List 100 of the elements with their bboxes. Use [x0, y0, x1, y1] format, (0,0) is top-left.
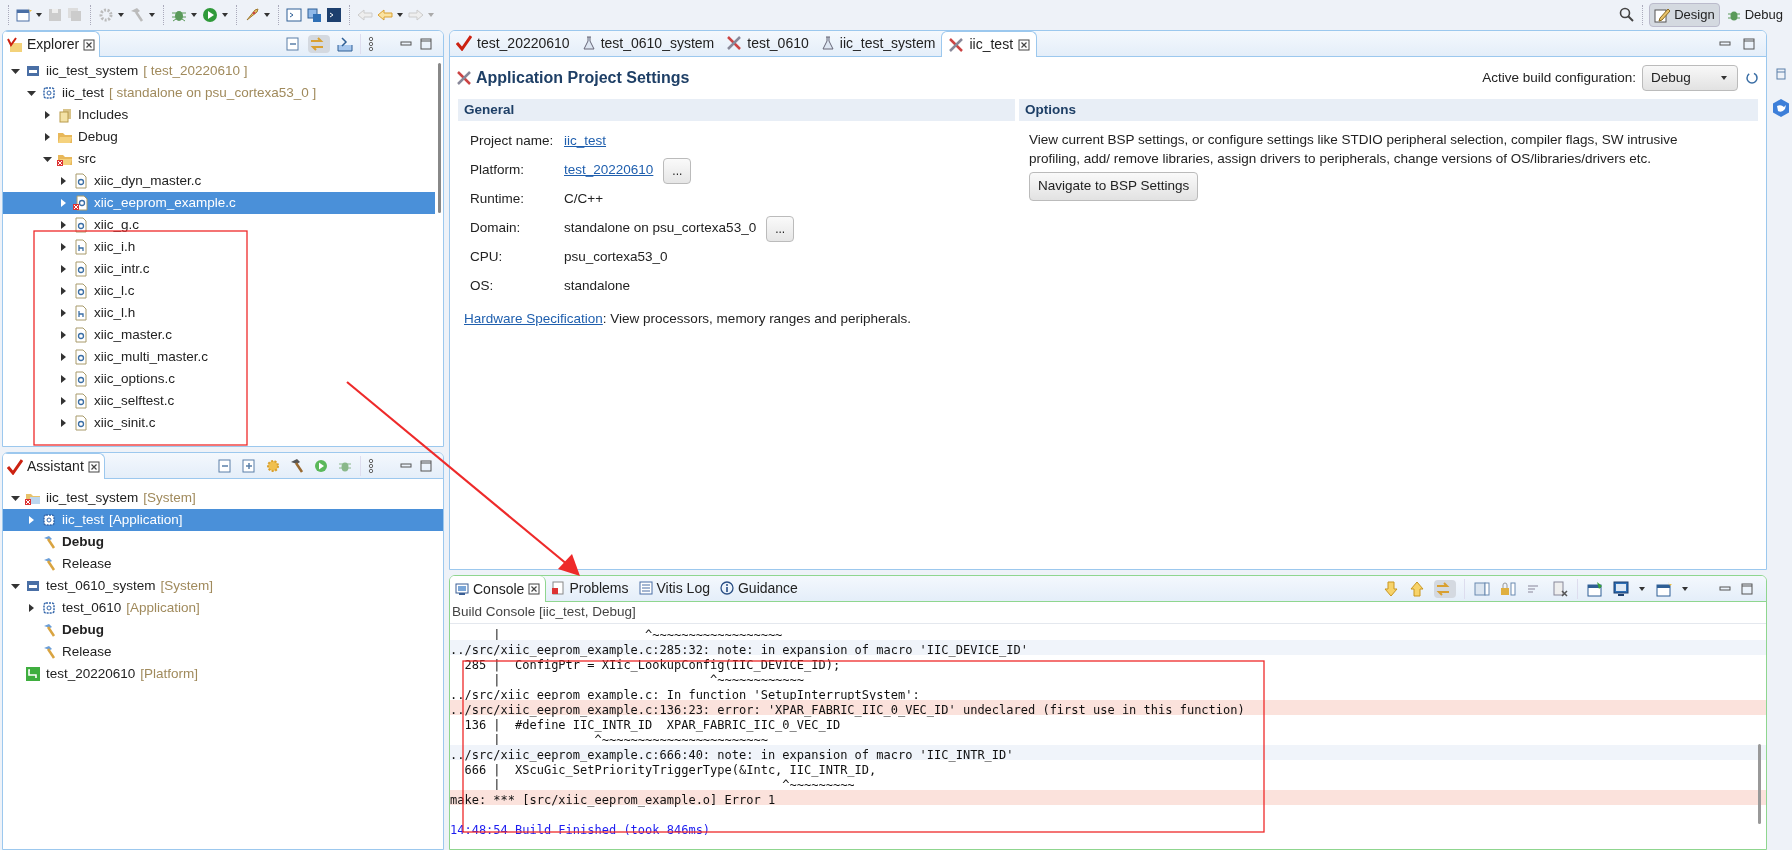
- build-config-dropdown[interactable]: Debug: [1642, 65, 1738, 91]
- import-icon[interactable]: [336, 34, 354, 53]
- tree-item[interactable]: src: [3, 148, 435, 170]
- tree-item[interactable]: iic_test [ standalone on psu_cortexa53_0 ]: [3, 82, 435, 104]
- dropdown-caret-icon[interactable]: [221, 11, 230, 19]
- console-icon[interactable]: [325, 6, 343, 24]
- dropdown-caret-icon[interactable]: [190, 11, 199, 19]
- tree-item[interactable]: Release: [3, 553, 443, 575]
- tree-item[interactable]: Debug: [3, 126, 435, 148]
- tree-item[interactable]: xiic_g.c: [3, 214, 435, 236]
- link[interactable]: Hardware Specification: [464, 309, 603, 330]
- maximize-icon[interactable]: [419, 37, 433, 50]
- tree-item[interactable]: xiic_l.h: [3, 302, 435, 324]
- dropdown-caret-icon[interactable]: [396, 11, 405, 19]
- tree-item[interactable]: xiic_options.c: [3, 368, 435, 390]
- maximize-icon[interactable]: [419, 459, 433, 472]
- dropdown-caret-icon[interactable]: [263, 11, 272, 19]
- tree-item[interactable]: iic_test_system [ test_20220610 ]: [3, 60, 435, 82]
- console-line: 136 | #define IIC_INTR_ID XPAR_FABRIC_IIC_0_VEC_ID: [463, 718, 841, 732]
- perspective-button[interactable]: Debug: [1721, 3, 1788, 27]
- maximize-icon[interactable]: [1740, 582, 1754, 595]
- tree-item[interactable]: Debug: [3, 619, 443, 641]
- tree-item[interactable]: xiic_i.h: [3, 236, 435, 258]
- view-menu-icon[interactable]: [367, 457, 375, 474]
- editor-tab[interactable]: test_0610: [720, 31, 815, 56]
- close-icon[interactable]: [83, 38, 96, 51]
- expanded-arrow-icon[interactable]: [41, 154, 55, 164]
- field-value: C/C++: [564, 190, 604, 209]
- view-icon[interactable]: [1776, 68, 1786, 80]
- link[interactable]: test_20220610: [564, 160, 654, 181]
- tree-item[interactable]: Release: [3, 641, 443, 663]
- dropdown-caret-icon[interactable]: [148, 11, 157, 19]
- field-label: Project name:: [470, 132, 555, 151]
- tree-item[interactable]: xiic_master.c: [3, 324, 435, 346]
- tree-item[interactable]: test_0610 [Application]: [3, 597, 443, 619]
- tree-item[interactable]: xiic_l.c: [3, 280, 435, 302]
- c-file-icon: [73, 371, 89, 387]
- view-tab[interactable]: Guidance: [714, 576, 803, 601]
- tree-item[interactable]: xiic_selftest.c: [3, 390, 435, 412]
- pencil-icon: [1654, 7, 1671, 23]
- pin-icon[interactable]: [1586, 579, 1604, 598]
- collapse-all-icon[interactable]: [216, 456, 234, 475]
- view-tab[interactable]: Assistant: [3, 453, 105, 479]
- check-logo-icon: [456, 35, 472, 51]
- view-tab[interactable]: Console: [450, 576, 547, 602]
- bsp-settings-button[interactable]: Navigate to BSP Settings: [1029, 172, 1199, 201]
- expanded-arrow-icon[interactable]: [25, 88, 39, 98]
- new-console-icon[interactable]: [1655, 579, 1673, 598]
- browse-button[interactable]: ...: [766, 215, 795, 242]
- c-file-icon: [73, 261, 89, 277]
- scrollbar[interactable]: [438, 63, 441, 213]
- dropdown-caret-icon[interactable]: [1638, 584, 1647, 593]
- tree-item[interactable]: test_20220610 [Platform]: [3, 663, 443, 685]
- tree-item[interactable]: xiic_sinit.c: [3, 412, 435, 434]
- dropdown-caret-icon[interactable]: [35, 11, 44, 19]
- collapse-all-icon[interactable]: [284, 34, 302, 53]
- view-tab[interactable]: Explorer: [3, 31, 101, 57]
- scrollbar[interactable]: [1758, 744, 1761, 824]
- editor-tab[interactable]: test_0610_system: [575, 31, 721, 56]
- clear-console-icon[interactable]: [1551, 579, 1569, 598]
- close-icon[interactable]: [87, 460, 100, 473]
- perspective-button[interactable]: Design: [1649, 3, 1720, 27]
- refresh-icon[interactable]: [1744, 70, 1760, 86]
- close-icon[interactable]: [528, 583, 541, 595]
- new-icon[interactable]: [15, 6, 33, 24]
- maximize-icon[interactable]: [1742, 37, 1756, 50]
- view-tab[interactable]: Vitis Log: [633, 576, 715, 601]
- network-icon[interactable]: [305, 6, 323, 24]
- display-console-icon[interactable]: [1612, 579, 1630, 598]
- field-label: Runtime:: [470, 190, 526, 209]
- tree-item[interactable]: Debug: [3, 531, 443, 553]
- c-file-icon: [73, 415, 89, 431]
- expanded-arrow-icon[interactable]: [9, 493, 23, 503]
- editor-tab[interactable]: iic_test: [941, 31, 1038, 57]
- tree-item[interactable]: iic_test_system [System]: [3, 487, 443, 509]
- browse-button[interactable]: ...: [663, 157, 692, 184]
- close-icon[interactable]: [1018, 38, 1031, 51]
- expand-all-icon[interactable]: [240, 456, 258, 475]
- includes-icon: [57, 107, 73, 123]
- console-line: 666 | XScuGic_SetPriorityTriggerType(&Intc, IIC_INTR_ID,: [463, 763, 877, 777]
- view-tab[interactable]: Problems: [546, 576, 634, 601]
- tree-item[interactable]: xiic_multi_master.c: [3, 346, 435, 368]
- dropdown-caret-icon[interactable]: [117, 11, 126, 19]
- tree-item[interactable]: test_0610_system [System]: [3, 575, 443, 597]
- expanded-arrow-icon[interactable]: [9, 66, 23, 76]
- tree-item[interactable]: xiic_dyn_master.c: [3, 170, 435, 192]
- editor-tab[interactable]: iic_test_system: [814, 31, 942, 56]
- explorer-icon: [7, 36, 23, 53]
- scroll-lock-icon[interactable]: [1473, 579, 1491, 598]
- terminal-icon[interactable]: [285, 6, 303, 24]
- console-line: 285 | ConfigPtr = XIic_LookupConfig(IIC_DEVICE_ID);: [463, 658, 841, 672]
- dropdown-caret-icon[interactable]: [1681, 584, 1690, 593]
- tree-item[interactable]: Includes: [3, 104, 435, 126]
- field-label: CPU:: [470, 248, 504, 267]
- editor-tab[interactable]: test_20220610: [450, 31, 576, 56]
- view-menu-icon[interactable]: [367, 35, 375, 52]
- tree-item[interactable]: xiic_intr.c: [3, 258, 435, 280]
- link[interactable]: iic_test: [564, 131, 607, 152]
- expanded-arrow-icon[interactable]: [9, 581, 23, 591]
- run-icon[interactable]: [201, 6, 219, 24]
